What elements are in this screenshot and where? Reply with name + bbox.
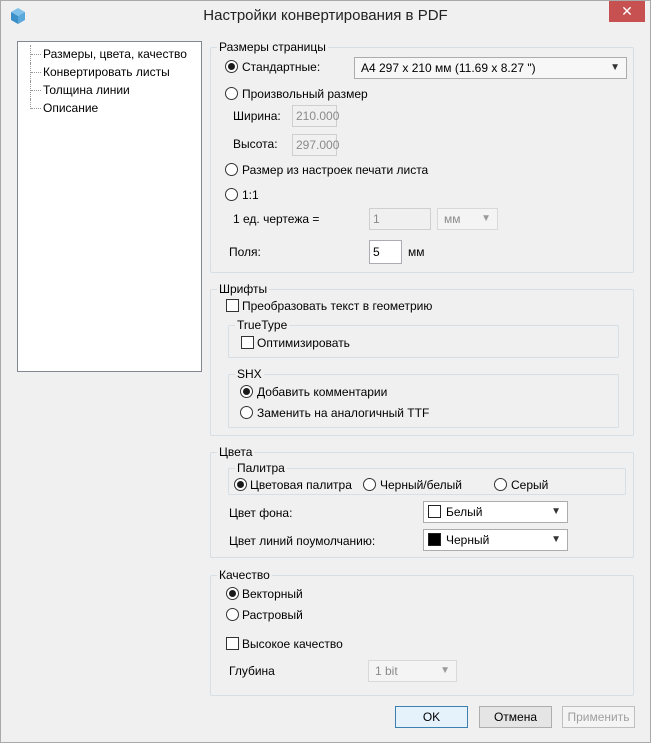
convert-text-label: Преобразовать текст в геометрию xyxy=(242,299,433,313)
replace-ttf-label: Заменить на аналогичный TTF xyxy=(257,406,430,420)
gray-radio[interactable] xyxy=(494,478,507,491)
drawing-unit-label: 1 ед. чертежа = xyxy=(233,212,320,226)
default-line-color-label: Цвет линий поумолчанию: xyxy=(229,534,376,548)
dialog-window: Настройки конвертирования в PDF ✕ Размер… xyxy=(0,0,651,743)
cancel-button[interactable]: Отмена xyxy=(479,706,552,728)
replace-ttf-radio[interactable] xyxy=(240,406,253,419)
nav-item-line-weight[interactable]: Толщина линии xyxy=(18,81,201,99)
window-title: Настройки конвертирования в PDF xyxy=(203,7,448,24)
drawing-unit-select[interactable]: мм ▼ xyxy=(437,208,498,230)
height-label: Высота: xyxy=(233,137,278,151)
color-palette-label: Цветовая палитра xyxy=(250,478,352,492)
background-color-value: Белый xyxy=(446,505,483,519)
gray-label: Серый xyxy=(511,478,549,492)
optimize-checkbox[interactable] xyxy=(241,336,254,349)
tree-branch-line xyxy=(30,63,42,81)
background-color-label: Цвет фона: xyxy=(229,506,293,520)
ok-button[interactable]: OK xyxy=(395,706,468,728)
default-line-color-select[interactable]: Черный ▼ xyxy=(423,529,568,551)
fonts-group-title: Шрифты xyxy=(217,282,270,296)
standard-size-value: A4 297 x 210 мм (11.69 x 8.27 ") xyxy=(361,61,536,75)
chevron-down-icon: ▼ xyxy=(440,665,450,676)
width-label: Ширина: xyxy=(233,109,281,123)
nav-item-description[interactable]: Описание xyxy=(18,99,201,117)
drawing-unit-value: мм xyxy=(444,212,461,226)
margins-unit-label: мм xyxy=(408,245,425,259)
tree-branch-line xyxy=(30,99,42,109)
raster-label: Растровый xyxy=(242,608,303,622)
settings-nav-tree: Размеры, цвета, качество Конвертировать … xyxy=(17,41,202,372)
tree-branch-line xyxy=(30,45,42,63)
width-input[interactable]: 210.000 xyxy=(292,105,339,127)
high-quality-label: Высокое качество xyxy=(242,637,343,651)
standard-size-radio[interactable] xyxy=(225,60,238,73)
colors-group-title: Цвета xyxy=(217,445,255,459)
standard-size-label: Стандартные: xyxy=(242,60,321,74)
background-color-select[interactable]: Белый ▼ xyxy=(423,501,568,523)
depth-select[interactable]: 1 bit ▼ xyxy=(368,660,457,682)
line-color-swatch xyxy=(428,533,441,546)
sheet-settings-size-radio[interactable] xyxy=(225,163,238,176)
close-button[interactable]: ✕ xyxy=(609,1,645,22)
nav-item-convert-sheets[interactable]: Конвертировать листы xyxy=(18,63,201,81)
black-white-radio[interactable] xyxy=(363,478,376,491)
tree-branch-line xyxy=(30,81,42,99)
margins-label: Поля: xyxy=(229,245,261,259)
background-color-swatch xyxy=(428,505,441,518)
quality-group-title: Качество xyxy=(217,568,272,582)
custom-size-label: Произвольный размер xyxy=(242,87,368,101)
chevron-down-icon: ▼ xyxy=(481,213,491,224)
scale-1-1-radio[interactable] xyxy=(225,188,238,201)
nav-item-label: Размеры, цвета, качество xyxy=(43,47,187,61)
nav-item-sizes-colors-quality[interactable]: Размеры, цвета, качество xyxy=(18,45,201,63)
drawing-unit-input[interactable]: 1 xyxy=(369,208,431,230)
nav-item-label: Конвертировать листы xyxy=(43,65,170,79)
add-comments-label: Добавить комментарии xyxy=(257,385,388,399)
scale-1-1-label: 1:1 xyxy=(242,188,259,202)
nav-item-label: Описание xyxy=(43,101,99,115)
chevron-down-icon: ▼ xyxy=(610,62,620,73)
convert-text-checkbox[interactable] xyxy=(226,299,239,312)
sheet-settings-size-label: Размер из настроек печати листа xyxy=(242,163,429,177)
depth-label: Глубина xyxy=(229,664,275,678)
height-input[interactable]: 297.000 xyxy=(292,134,339,156)
vector-label: Векторный xyxy=(242,587,303,601)
title-bar: Настройки конвертирования в PDF ✕ xyxy=(1,1,650,31)
vector-radio[interactable] xyxy=(226,587,239,600)
truetype-group-title: TrueType xyxy=(235,318,290,332)
shx-group-title: SHX xyxy=(235,367,264,381)
depth-value: 1 bit xyxy=(375,664,398,678)
high-quality-checkbox[interactable] xyxy=(226,637,239,650)
page-size-group: Размеры страницы xyxy=(210,40,634,273)
black-white-label: Черный/белый xyxy=(380,478,462,492)
palette-group-title: Палитра xyxy=(235,461,287,475)
add-comments-radio[interactable] xyxy=(240,385,253,398)
optimize-label: Оптимизировать xyxy=(257,336,350,350)
chevron-down-icon: ▼ xyxy=(551,506,561,517)
line-color-value: Черный xyxy=(446,533,490,547)
color-palette-radio[interactable] xyxy=(234,478,247,491)
apply-button[interactable]: Применить xyxy=(562,706,635,728)
chevron-down-icon: ▼ xyxy=(551,534,561,545)
close-icon: ✕ xyxy=(621,3,633,19)
custom-size-radio[interactable] xyxy=(225,87,238,100)
margins-input[interactable]: 5 xyxy=(369,240,402,264)
nav-item-label: Толщина линии xyxy=(43,83,130,97)
page-size-group-title: Размеры страницы xyxy=(217,40,328,54)
standard-size-select[interactable]: A4 297 x 210 мм (11.69 x 8.27 ") ▼ xyxy=(354,57,627,79)
raster-radio[interactable] xyxy=(226,608,239,621)
